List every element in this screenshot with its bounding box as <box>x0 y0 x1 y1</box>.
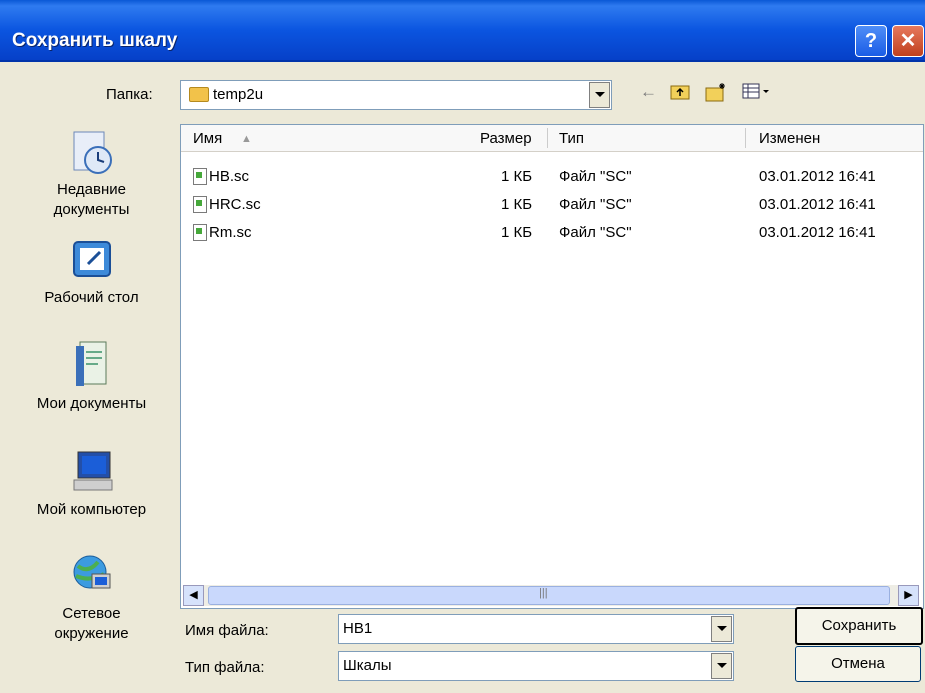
file-modified: 03.01.2012 16:41 <box>759 196 876 213</box>
close-button[interactable]: ✕ <box>892 25 924 57</box>
folder-dropdown-arrow[interactable] <box>589 82 610 108</box>
new-folder-icon[interactable] <box>705 82 727 107</box>
filetype-value: Шкалы <box>343 657 392 674</box>
place-network[interactable]: Сетевое окружение <box>14 552 169 644</box>
file-list[interactable]: Имя ▲ Размер Тип Изменен HB.sc 1 КБ Файл… <box>180 124 924 609</box>
file-size: 1 КБ <box>501 196 533 213</box>
sc-file-icon <box>193 168 207 185</box>
file-name: HRC.sc <box>209 196 261 213</box>
file-row[interactable]: HB.sc 1 КБ Файл "SC" 03.01.2012 16:41 <box>181 163 923 191</box>
place-desktop-label: Рабочий стол <box>44 289 139 306</box>
place-my-computer-label: Мой компьютер <box>36 501 147 518</box>
filetype-dropdown-arrow[interactable] <box>711 653 732 679</box>
place-network-label2: окружение <box>54 625 129 642</box>
help-button[interactable]: ? <box>855 25 887 57</box>
column-name-header[interactable]: Имя <box>193 130 222 147</box>
folder-icon <box>189 87 209 102</box>
place-my-documents-label: Мои документы <box>36 395 147 412</box>
filename-combobox[interactable]: HB1 <box>338 614 734 644</box>
views-menu-icon[interactable] <box>742 82 770 105</box>
filename-label: Имя файла: <box>185 622 269 639</box>
place-recent[interactable]: Недавние документы <box>14 128 169 220</box>
horizontal-scrollbar[interactable]: ◀ ||| ▶ <box>183 585 919 606</box>
file-size: 1 КБ <box>501 224 533 241</box>
filename-input[interactable]: HB1 <box>343 620 372 637</box>
scroll-left-button[interactable]: ◀ <box>183 585 204 606</box>
file-type: Файл "SC" <box>559 168 632 185</box>
my-documents-icon <box>75 341 106 386</box>
recent-documents-icon <box>73 131 112 174</box>
file-modified: 03.01.2012 16:41 <box>759 168 876 185</box>
save-button[interactable]: Сохранить <box>795 607 923 645</box>
title-bar: Сохранить шкалу ? ✕ <box>0 0 925 62</box>
filename-dropdown-arrow[interactable] <box>711 616 732 642</box>
column-type-header[interactable]: Тип <box>559 130 584 147</box>
column-modified-header[interactable]: Изменен <box>759 130 820 147</box>
column-separator[interactable] <box>547 128 548 148</box>
filetype-select[interactable]: Шкалы <box>338 651 734 681</box>
folder-label: Папка: <box>106 86 153 103</box>
place-recent-label2: документы <box>53 201 130 218</box>
folder-value: temp2u <box>213 86 264 103</box>
file-list-header: Имя ▲ Размер Тип Изменен <box>181 125 923 152</box>
column-size-header[interactable]: Размер <box>480 130 532 147</box>
column-separator[interactable] <box>745 128 746 148</box>
dialog-title: Сохранить шкалу <box>12 30 178 51</box>
scroll-thumb[interactable]: ||| <box>208 586 890 605</box>
sc-file-icon <box>193 224 207 241</box>
file-type: Файл "SC" <box>559 224 632 241</box>
sc-file-icon <box>193 196 207 213</box>
my-computer-icon <box>73 451 112 491</box>
sort-ascending-icon: ▲ <box>241 133 252 145</box>
up-folder-icon[interactable] <box>670 82 690 105</box>
grip-icon: ||| <box>539 587 548 599</box>
file-modified: 03.01.2012 16:41 <box>759 224 876 241</box>
file-name: Rm.sc <box>209 224 252 241</box>
folder-combobox[interactable]: temp2u <box>180 80 612 110</box>
file-size: 1 КБ <box>501 168 533 185</box>
places-bar: Недавние документы Рабочий стол Мои доку… <box>14 108 169 675</box>
file-name: HB.sc <box>209 168 250 185</box>
file-row[interactable]: Rm.sc 1 КБ Файл "SC" 03.01.2012 16:41 <box>181 219 923 247</box>
back-arrow-icon[interactable]: ← <box>640 82 657 102</box>
place-network-label: Сетевое <box>62 605 121 622</box>
filetype-label: Тип файла: <box>185 659 265 676</box>
place-desktop[interactable]: Рабочий стол <box>14 236 169 308</box>
place-my-documents[interactable]: Мои документы <box>14 338 169 414</box>
place-my-computer[interactable]: Мой компьютер <box>14 446 169 520</box>
place-recent-label: Недавние <box>57 181 126 198</box>
scroll-right-button[interactable]: ▶ <box>898 585 919 606</box>
desktop-icon <box>72 241 111 277</box>
file-type: Файл "SC" <box>559 196 632 213</box>
file-row[interactable]: HRC.sc 1 КБ Файл "SC" 03.01.2012 16:41 <box>181 191 923 219</box>
network-places-icon <box>73 555 110 589</box>
cancel-button[interactable]: Отмена <box>795 646 921 682</box>
